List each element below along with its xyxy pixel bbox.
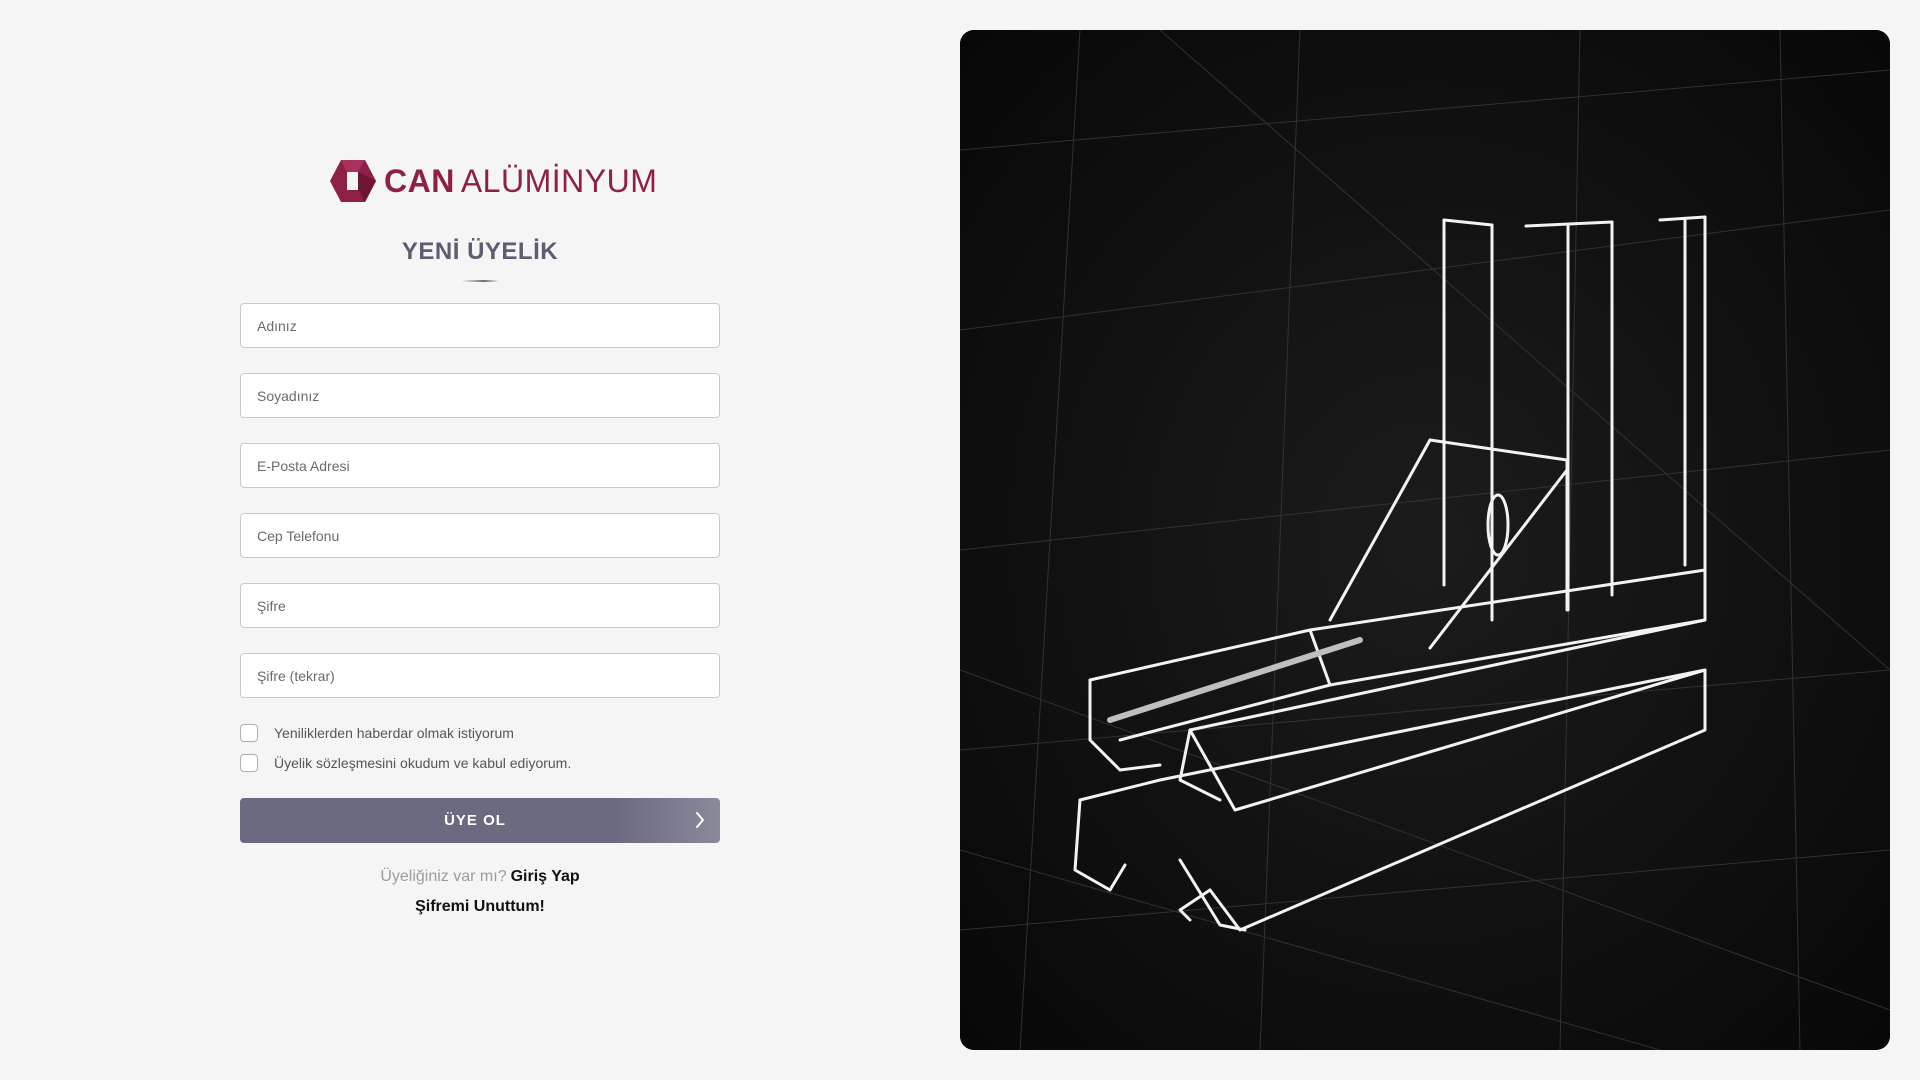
newsletter-option[interactable]: Yeniliklerden haberdar olmak istiyorum: [240, 722, 514, 744]
newsletter-label: Yeniliklerden haberdar olmak istiyorum: [274, 725, 514, 741]
email-field[interactable]: [240, 443, 720, 488]
first-name-input[interactable]: [241, 304, 719, 347]
last-name-input[interactable]: [241, 374, 719, 417]
brand-name-light: ALÜMİNYUM: [460, 163, 658, 199]
brand-logo: CAN ALÜMİNYUM: [330, 160, 657, 202]
agreement-label: Üyelik sözleşmesini okudum ve kabul ediy…: [274, 755, 572, 771]
aluminium-profile-sketch-illustration: [960, 30, 1890, 1050]
phone-input[interactable]: [241, 514, 719, 557]
register-button[interactable]: ÜYE OL: [240, 798, 720, 843]
first-name-field[interactable]: [240, 303, 720, 348]
last-name-field[interactable]: [240, 373, 720, 418]
hero-image: [960, 30, 1890, 1050]
email-input[interactable]: [241, 444, 719, 487]
password-repeat-field[interactable]: [240, 653, 720, 698]
login-prompt-text: Üyeliğiniz var mı?: [380, 868, 507, 885]
brand-wordmark: CAN ALÜMİNYUM: [384, 165, 657, 197]
title-underline: [460, 280, 500, 282]
agreement-option[interactable]: Üyelik sözleşmesini okudum ve kabul ediy…: [240, 752, 571, 774]
brand-name-bold: CAN: [384, 163, 455, 199]
password-repeat-input[interactable]: [241, 654, 719, 697]
password-input[interactable]: [241, 584, 719, 627]
page-title: YENİ ÜYELİK: [401, 238, 559, 265]
agreement-checkbox[interactable]: [240, 754, 258, 772]
cube-logo-icon: [330, 160, 376, 202]
forgot-password-link[interactable]: Şifremi Unuttum!: [240, 898, 720, 916]
login-link[interactable]: Giriş Yap: [511, 868, 580, 885]
login-prompt: Üyeliğiniz var mı? Giriş Yap: [240, 868, 720, 886]
registration-panel: CANALÜMİNYUM YENİ ÜYELİK Yeniliklerden h…: [0, 0, 960, 1080]
newsletter-checkbox[interactable]: [240, 724, 258, 742]
password-field[interactable]: [240, 583, 720, 628]
register-button-label: ÜYE OL: [444, 812, 506, 829]
chevron-right-icon: [696, 812, 704, 828]
phone-field[interactable]: [240, 513, 720, 558]
